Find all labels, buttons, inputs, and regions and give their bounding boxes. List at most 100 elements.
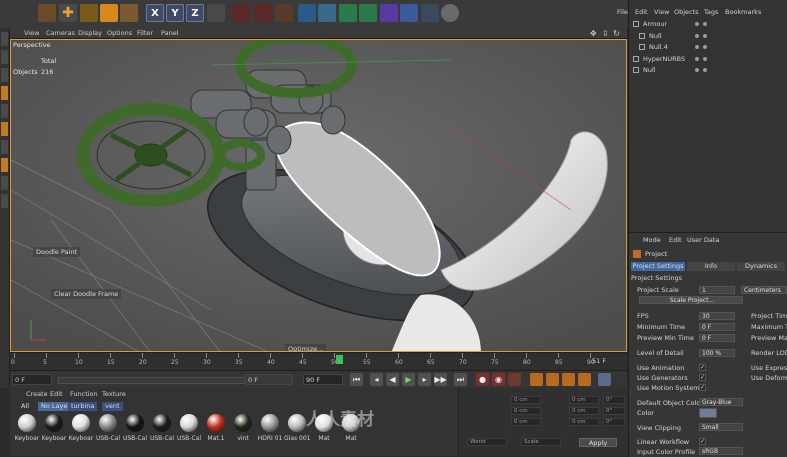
editor-visibility-dot[interactable] <box>695 45 699 49</box>
z-axis-lock-button[interactable]: Z <box>186 4 204 22</box>
points-mode-icon[interactable] <box>1 86 8 100</box>
keyframe-selection-icon[interactable] <box>508 373 521 386</box>
key-rotation-icon[interactable] <box>562 373 575 386</box>
material-ball[interactable] <box>261 414 279 432</box>
render-visibility-dot[interactable] <box>703 22 707 26</box>
render-visibility-dot[interactable] <box>703 56 707 61</box>
timeline-ruler[interactable]: 0 5 10 15 20 25 30 35 40 45 50 55 60 65 70 75 80 85 90 51 … <box>10 352 627 371</box>
object-row[interactable]: Null <box>633 65 783 75</box>
perspective-viewport[interactable]: Perspective Total Objects 216 Doodle Pai… <box>10 39 627 352</box>
viewport-menu-cameras[interactable]: Cameras <box>46 29 75 37</box>
render-visibility-dot[interactable] <box>703 68 707 72</box>
material-ball[interactable] <box>207 414 225 432</box>
project-scale-unit-select[interactable]: Centimeters <box>741 286 787 294</box>
position-x-field[interactable]: 0 cm <box>511 396 541 404</box>
object-menu-bookmarks[interactable]: Bookmarks <box>725 8 761 16</box>
render-visibility-dot[interactable] <box>703 45 707 49</box>
timeline-playhead[interactable] <box>336 355 343 364</box>
fps-field[interactable]: 30 <box>699 312 735 320</box>
cube-primitive-icon[interactable] <box>298 4 316 22</box>
deformer-icon[interactable] <box>380 4 398 22</box>
record-keys-icon[interactable]: ● <box>476 373 489 386</box>
coordinate-mode-select[interactable]: World <box>467 438 507 446</box>
filter-tab-all[interactable]: All <box>18 402 32 411</box>
spline-tool-icon[interactable] <box>318 4 336 22</box>
material-ball[interactable] <box>99 414 117 432</box>
rotation-p-field[interactable]: 0° <box>603 407 625 415</box>
texture-mode-icon[interactable] <box>1 68 8 82</box>
editor-visibility-dot[interactable] <box>695 33 699 38</box>
viewport-menu-panel[interactable]: Panel <box>161 29 179 37</box>
render-visibility-dot[interactable] <box>703 33 707 38</box>
make-editable-icon[interactable] <box>1 32 8 46</box>
optimize-button[interactable]: Optimize... <box>285 344 327 351</box>
input-color-profile-select[interactable]: sRGB <box>699 447 743 455</box>
tweak-mode-icon[interactable] <box>1 158 8 172</box>
rotate-tool-icon[interactable] <box>100 4 118 22</box>
prev-frame-icon[interactable]: ◀ <box>386 373 399 386</box>
rotation-h-field[interactable]: 0° <box>603 396 625 404</box>
editor-visibility-dot[interactable] <box>695 68 699 72</box>
attr-menu-edit[interactable]: Edit <box>669 236 682 244</box>
level-of-detail-field[interactable]: 100 % <box>699 349 735 357</box>
color-swatch[interactable] <box>699 408 717 418</box>
workplane-icon[interactable] <box>1 194 8 208</box>
floor-object-icon[interactable] <box>400 4 418 22</box>
material-ball[interactable] <box>153 414 171 432</box>
recent-tool-icon[interactable] <box>120 4 138 22</box>
linear-workflow-checkbox[interactable]: ✓ <box>699 438 706 445</box>
material-ball[interactable] <box>234 414 252 432</box>
filter-tab-turbina[interactable]: turbina <box>68 402 98 411</box>
next-frame-icon[interactable]: ▸ <box>418 373 431 386</box>
object-menu-edit[interactable]: Edit <box>635 8 648 16</box>
tab-project-settings[interactable]: Project Settings <box>631 262 685 271</box>
object-row[interactable]: Null.4 <box>633 42 783 52</box>
object-row[interactable]: Armour <box>633 19 783 29</box>
goto-start-icon[interactable]: ⏮ <box>350 373 363 386</box>
view-clipping-select[interactable]: Small <box>699 423 743 431</box>
material-menu-create[interactable]: Create <box>26 390 48 398</box>
viewport-menu-options[interactable]: Options <box>107 29 132 37</box>
size-x-field[interactable]: 0 cm <box>569 396 599 404</box>
y-axis-lock-button[interactable]: Y <box>166 4 184 22</box>
tab-dynamics[interactable]: Dynamics <box>737 262 785 271</box>
tab-info[interactable]: Info <box>687 262 735 271</box>
size-z-field[interactable]: 0 cm <box>569 418 599 426</box>
viewport-menu-display[interactable]: Display <box>78 29 102 37</box>
axis-mode-icon[interactable] <box>1 140 8 154</box>
next-key-icon[interactable]: ▶▶ <box>434 373 447 386</box>
key-parameter-icon[interactable] <box>578 373 591 386</box>
key-position-icon[interactable] <box>530 373 543 386</box>
use-animation-checkbox[interactable]: ✓ <box>699 364 706 371</box>
material-menu-function[interactable]: Function <box>70 390 98 398</box>
object-menu-file[interactable]: File <box>617 8 628 16</box>
editor-visibility-dot[interactable] <box>695 22 699 26</box>
filter-tab-vent[interactable]: vent <box>102 402 123 411</box>
current-frame-field[interactable]: 0 F <box>245 374 293 385</box>
material-ball[interactable] <box>180 414 198 432</box>
nurbs-generator-icon[interactable] <box>339 4 357 22</box>
material-ball[interactable] <box>126 414 144 432</box>
model-mode-icon[interactable] <box>1 50 8 64</box>
play-icon[interactable]: ▶ <box>402 373 415 386</box>
object-menu-view[interactable]: View <box>654 8 669 16</box>
position-y-field[interactable]: 0 cm <box>511 407 541 415</box>
material-ball[interactable] <box>288 414 306 432</box>
object-menu-objects[interactable]: Objects <box>674 8 699 16</box>
material-ball[interactable] <box>45 414 63 432</box>
attr-menu-user-data[interactable]: User Data <box>687 236 719 244</box>
render-settings-icon[interactable] <box>275 4 293 22</box>
render-view-icon[interactable] <box>232 4 250 22</box>
viewport-zoom-icon[interactable]: ⇳ <box>602 29 609 38</box>
move-cross-icon[interactable]: ✚ <box>59 4 77 22</box>
camera-object-icon[interactable] <box>421 4 439 22</box>
position-z-field[interactable]: 0 cm <box>511 418 541 426</box>
autokey-icon[interactable]: ◉ <box>492 373 505 386</box>
viewport-rotate-icon[interactable]: ↻ <box>613 29 620 38</box>
project-scale-field[interactable]: 1 <box>699 286 735 294</box>
x-axis-lock-button[interactable]: X <box>146 4 164 22</box>
use-motion-system-checkbox[interactable]: ✓ <box>699 384 706 391</box>
editor-visibility-dot[interactable] <box>695 56 699 61</box>
material-ball[interactable] <box>72 414 90 432</box>
material-menu-edit[interactable]: Edit <box>50 390 63 398</box>
